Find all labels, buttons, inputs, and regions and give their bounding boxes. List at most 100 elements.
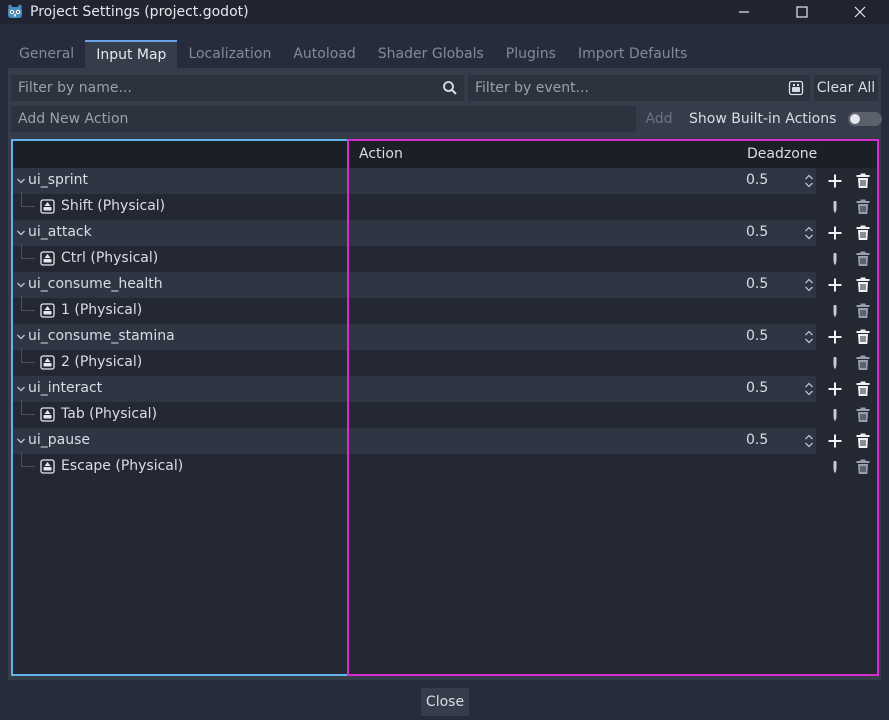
remove-event-icon[interactable] [855, 407, 871, 423]
edit-event-icon[interactable] [827, 407, 843, 423]
tab-plugins[interactable]: Plugins [495, 40, 567, 68]
settings-tabs: General Input Map Localization Autoload … [8, 40, 698, 68]
chevron-down-icon[interactable] [16, 384, 26, 394]
remove-action-icon[interactable] [855, 277, 871, 293]
action-name: ui_pause [28, 432, 91, 448]
maximize-button[interactable] [773, 0, 831, 24]
chevron-down-icon[interactable] [16, 332, 26, 342]
deadzone-spinbox[interactable]: 0.5 [726, 220, 816, 246]
add-event-icon[interactable] [827, 173, 843, 189]
title-bar: Project Settings (project.godot) [0, 0, 889, 24]
edit-event-icon[interactable] [827, 355, 843, 371]
event-label: Ctrl (Physical) [61, 250, 159, 266]
keyboard-key-icon [40, 459, 55, 474]
spin-arrows-icon[interactable] [804, 173, 814, 189]
remove-event-icon[interactable] [855, 355, 871, 371]
add-event-icon[interactable] [827, 381, 843, 397]
edit-event-icon[interactable] [827, 303, 843, 319]
close-window-button[interactable] [831, 0, 889, 24]
spin-arrows-icon[interactable] [804, 329, 814, 345]
deadzone-value: 0.5 [746, 328, 769, 344]
spin-arrows-icon[interactable] [804, 225, 814, 241]
deadzone-spinbox[interactable]: 0.5 [726, 376, 816, 402]
add-event-icon[interactable] [827, 225, 843, 241]
action-row[interactable]: ui_interact 0.5 [12, 376, 878, 402]
remove-action-icon[interactable] [855, 381, 871, 397]
close-icon [854, 6, 866, 18]
tab-autoload[interactable]: Autoload [282, 40, 366, 68]
event-label: Shift (Physical) [61, 198, 166, 214]
tab-localization[interactable]: Localization [177, 40, 282, 68]
remove-event-icon[interactable] [855, 199, 871, 215]
chevron-down-icon[interactable] [16, 228, 26, 238]
action-row[interactable]: ui_consume_stamina 0.5 [12, 324, 878, 350]
event-row[interactable]: 1 (Physical) [12, 296, 878, 324]
event-label: Tab (Physical) [61, 406, 158, 422]
tree-guide-line [21, 452, 35, 467]
search-icon [443, 81, 457, 95]
keyboard-key-icon [40, 251, 55, 266]
action-name: ui_consume_stamina [28, 328, 175, 344]
add-event-icon[interactable] [827, 277, 843, 293]
action-name: ui_interact [28, 380, 103, 396]
clear-all-button[interactable]: Clear All [814, 75, 878, 101]
event-row[interactable]: 2 (Physical) [12, 348, 878, 376]
remove-action-icon[interactable] [855, 433, 871, 449]
event-row[interactable]: Tab (Physical) [12, 400, 878, 428]
spin-arrows-icon[interactable] [804, 381, 814, 397]
remove-event-icon[interactable] [855, 303, 871, 319]
chevron-down-icon[interactable] [16, 436, 26, 446]
event-row[interactable]: Shift (Physical) [12, 192, 878, 220]
add-event-icon[interactable] [827, 329, 843, 345]
remove-action-icon[interactable] [855, 329, 871, 345]
filter-by-event-input[interactable]: Filter by event... [468, 75, 810, 101]
toggle-switch-icon[interactable] [848, 112, 883, 126]
tab-general[interactable]: General [8, 40, 85, 68]
tab-import-defaults[interactable]: Import Defaults [567, 40, 698, 68]
action-row[interactable]: ui_attack 0.5 [12, 220, 878, 246]
add-new-action-input[interactable]: Add New Action [11, 106, 636, 132]
remove-action-icon[interactable] [855, 225, 871, 241]
chevron-down-icon[interactable] [16, 176, 26, 186]
add-event-icon[interactable] [827, 433, 843, 449]
event-row[interactable]: Escape (Physical) [12, 452, 878, 480]
remove-event-icon[interactable] [855, 251, 871, 267]
tree-guide-line [21, 192, 35, 207]
keyboard-capture-icon[interactable] [788, 80, 804, 96]
deadzone-spinbox[interactable]: 0.5 [726, 272, 816, 298]
action-row[interactable]: ui_pause 0.5 [12, 428, 878, 454]
event-label: 1 (Physical) [61, 302, 143, 318]
edit-event-icon[interactable] [827, 251, 843, 267]
minimize-button[interactable] [715, 0, 773, 24]
remove-action-icon[interactable] [855, 173, 871, 189]
action-row[interactable]: ui_sprint 0.5 [12, 168, 878, 194]
filter-by-name-placeholder: Filter by name... [18, 80, 132, 96]
deadzone-spinbox[interactable]: 0.5 [726, 168, 816, 194]
deadzone-spinbox[interactable]: 0.5 [726, 428, 816, 454]
action-name: ui_consume_health [28, 276, 163, 292]
tree-guide-line [21, 296, 35, 311]
add-action-button[interactable]: Add [640, 106, 678, 132]
deadzone-value: 0.5 [746, 172, 769, 188]
column-header-deadzone: Deadzone [747, 146, 818, 162]
edit-event-icon[interactable] [827, 459, 843, 475]
filter-by-name-input[interactable]: Filter by name... [11, 75, 464, 101]
spin-arrows-icon[interactable] [804, 433, 814, 449]
keyboard-key-icon [40, 355, 55, 370]
action-name: ui_sprint [28, 172, 88, 188]
tab-shader-globals[interactable]: Shader Globals [367, 40, 495, 68]
deadzone-value: 0.5 [746, 276, 769, 292]
chevron-down-icon[interactable] [16, 280, 26, 290]
close-button[interactable]: Close [421, 688, 469, 716]
deadzone-spinbox[interactable]: 0.5 [726, 324, 816, 350]
tree-guide-line [21, 400, 35, 415]
show-builtin-actions-toggle[interactable]: Show Built-in Actions [689, 110, 883, 128]
remove-event-icon[interactable] [855, 459, 871, 475]
godot-logo-icon [8, 4, 22, 18]
tree-guide-line [21, 244, 35, 259]
edit-event-icon[interactable] [827, 199, 843, 215]
action-row[interactable]: ui_consume_health 0.5 [12, 272, 878, 298]
event-row[interactable]: Ctrl (Physical) [12, 244, 878, 272]
tab-input-map[interactable]: Input Map [85, 40, 178, 68]
spin-arrows-icon[interactable] [804, 277, 814, 293]
